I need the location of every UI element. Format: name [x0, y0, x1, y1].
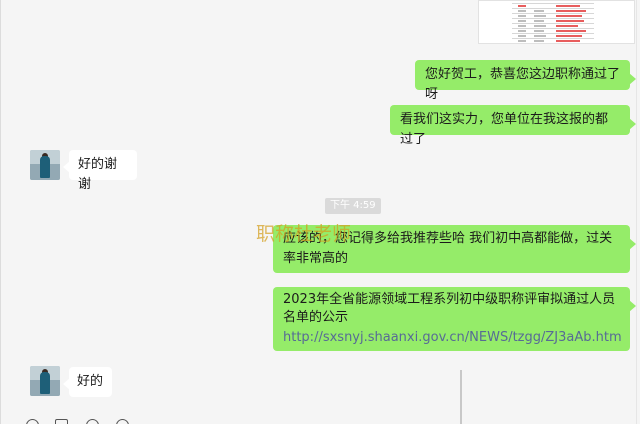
- document-image-preview: [512, 1, 594, 43]
- message-text: 好的谢谢: [78, 157, 118, 192]
- message-bubble-incoming[interactable]: 好的: [63, 367, 112, 397]
- folder-icon[interactable]: [55, 419, 68, 424]
- left-divider: [0, 0, 1, 424]
- message-text: 您好贺工，恭喜您这边职称通过了呀: [425, 67, 621, 102]
- input-toolbar: [0, 414, 640, 424]
- message-bubble-outgoing[interactable]: 应该的，您记得多给我推荐些哈 我们初中高都能做，过关率非常高的: [273, 225, 636, 273]
- chat-window: 您好贺工，恭喜您这边职称通过了呀 看我们这实力，您单位在我这报的都过了 好的谢谢…: [0, 0, 640, 424]
- message-bubble-incoming[interactable]: 好的谢谢: [63, 150, 137, 192]
- image-message-thumbnail[interactable]: [478, 0, 635, 44]
- avatar[interactable]: [30, 366, 60, 396]
- avatar[interactable]: [30, 150, 60, 180]
- message-timestamp: 下午 4:59: [325, 198, 381, 214]
- emoji-icon[interactable]: [26, 419, 39, 424]
- message-bubble-outgoing[interactable]: 您好贺工，恭喜您这边职称通过了呀: [415, 60, 636, 102]
- right-divider: [636, 0, 637, 424]
- scissors-icon[interactable]: [86, 419, 99, 424]
- message-text: 好的: [77, 374, 104, 389]
- message-link[interactable]: http://sxsnyj.shaanxi.gov.cn/NEWS/tzgg/Z…: [283, 329, 622, 347]
- message-bubble-link[interactable]: 2023年全省能源领域工程系列初中级职称评审拟通过人员名单的公示 http://…: [273, 287, 636, 351]
- message-text: 看我们这实力，您单位在我这报的都过了: [400, 112, 609, 147]
- message-text: 应该的，您记得多给我推荐些哈 我们初中高都能做，过关率非常高的: [283, 231, 613, 266]
- message-bubble-outgoing[interactable]: 看我们这实力，您单位在我这报的都过了: [390, 105, 636, 147]
- link-title: 2023年全省能源领域工程系列初中级职称评审拟通过人员名单的公示: [283, 292, 616, 325]
- chat-history-icon[interactable]: [116, 419, 129, 424]
